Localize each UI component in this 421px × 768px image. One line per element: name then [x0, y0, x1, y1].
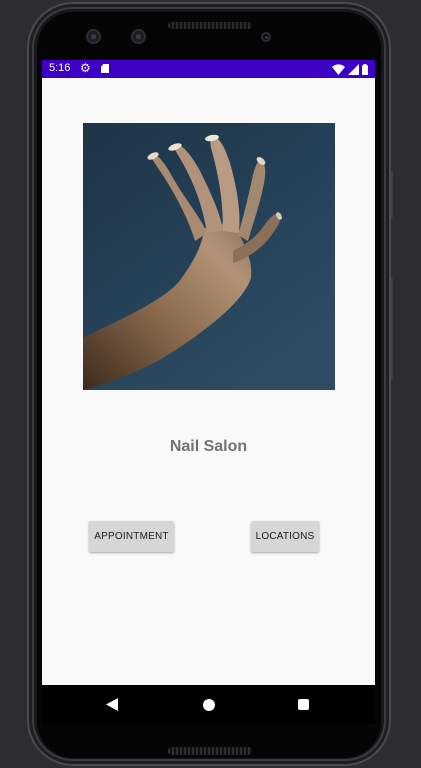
emulator-stage: 5:16 ⚙ Nail Salon APPOINTMENT LOCATIONS	[0, 0, 421, 768]
back-icon[interactable]	[106, 698, 118, 711]
hero-image-art	[83, 123, 335, 390]
status-bar: 5:16 ⚙	[42, 60, 375, 78]
front-camera-icon	[86, 29, 101, 44]
page-title: Nail Salon	[169, 438, 248, 455]
status-time: 5:16	[49, 62, 71, 74]
hand-with-manicured-nails-photo	[83, 123, 335, 390]
earpiece-speaker	[168, 22, 252, 29]
home-icon[interactable]	[203, 699, 215, 711]
signal-icon	[348, 63, 359, 75]
front-camera-icon	[131, 29, 146, 44]
status-icons	[332, 63, 368, 75]
sd-card-icon	[101, 64, 109, 73]
recents-icon[interactable]	[298, 699, 309, 710]
appointment-button[interactable]: APPOINTMENT	[89, 521, 174, 552]
app-screen: 5:16 ⚙ Nail Salon APPOINTMENT LOCATIONS	[42, 60, 375, 685]
proximity-sensor-icon	[261, 32, 271, 42]
gear-icon: ⚙	[80, 61, 91, 75]
navigation-bar	[42, 685, 375, 724]
battery-icon	[362, 63, 368, 75]
wifi-icon	[332, 63, 345, 75]
locations-button[interactable]: LOCATIONS	[251, 521, 319, 552]
bottom-speaker	[168, 747, 252, 755]
